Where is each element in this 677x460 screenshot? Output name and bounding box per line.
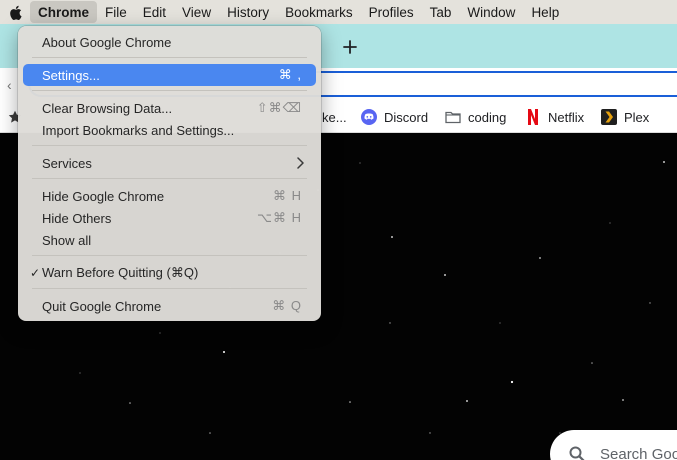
menu-separator — [32, 90, 307, 91]
menu-item-shortcut: ⌘ Q — [272, 298, 302, 313]
menu-item-label: Hide Others — [42, 210, 112, 226]
menu-chrome[interactable]: Chrome — [30, 1, 98, 23]
macos-menu-bar: Chrome File Edit View History Bookmarks … — [0, 0, 677, 24]
discord-icon — [361, 109, 377, 125]
bookmark-label: ke... — [322, 109, 347, 125]
menu-item-about-google-chrome[interactable]: About Google Chrome — [23, 31, 316, 53]
google-search-box[interactable]: Search Goo — [550, 430, 677, 460]
bookmark-item[interactable]: ke... — [322, 108, 347, 126]
menu-separator — [32, 145, 307, 146]
menu-item-services[interactable]: Services — [23, 152, 316, 174]
menu-item-hide-others[interactable]: Hide Others ⌥⌘ H — [23, 207, 316, 229]
menu-item-settings[interactable]: Settings... ⌘ , — [23, 64, 316, 86]
menu-profiles[interactable]: Profiles — [361, 1, 422, 23]
menu-item-import-bookmarks[interactable]: Import Bookmarks and Settings... — [23, 119, 316, 141]
plus-icon — [343, 40, 357, 54]
menu-item-warn-before-quitting[interactable]: ✓ Warn Before Quitting (⌘Q) — [23, 262, 316, 284]
menu-help[interactable]: Help — [523, 1, 567, 23]
menu-item-show-all[interactable]: Show all — [23, 229, 316, 251]
apple-logo-icon[interactable] — [0, 0, 30, 24]
menu-item-label: Clear Browsing Data... — [42, 100, 173, 116]
checkmark-icon: ✓ — [30, 266, 41, 280]
menu-item-label: Quit Google Chrome — [42, 298, 162, 314]
menu-separator — [32, 178, 307, 179]
folder-icon — [445, 109, 461, 125]
bookmark-coding-folder[interactable]: coding — [445, 108, 506, 126]
menu-item-clear-browsing-data[interactable]: Clear Browsing Data... ⇧⌘⌫ — [23, 97, 316, 119]
plex-icon — [601, 109, 617, 125]
chevron-right-icon — [297, 157, 304, 172]
menu-view[interactable]: View — [174, 1, 219, 23]
menu-item-label: Warn Before Quitting (⌘Q) — [42, 265, 199, 280]
bookmark-label: Discord — [384, 109, 429, 125]
menu-file[interactable]: File — [97, 1, 135, 23]
search-placeholder: Search Goo — [600, 445, 677, 460]
menu-separator — [32, 255, 307, 256]
bookmark-label: Plex — [624, 109, 650, 125]
menu-item-label: Services — [42, 155, 92, 171]
search-icon — [569, 446, 585, 460]
menu-history[interactable]: History — [219, 1, 277, 23]
menu-separator — [32, 57, 307, 58]
menu-item-shortcut: ⌘ , — [278, 67, 302, 82]
menu-tab[interactable]: Tab — [422, 1, 460, 23]
menu-item-label: About Google Chrome — [42, 34, 172, 50]
menu-item-shortcut: ⌥⌘ H — [257, 210, 302, 225]
menu-item-label: Settings... — [42, 67, 100, 83]
menu-window[interactable]: Window — [459, 1, 523, 23]
menu-item-shortcut: ⇧⌘⌫ — [256, 100, 302, 115]
back-arrow-icon[interactable]: ‹ — [7, 77, 12, 93]
menu-item-label: Show all — [42, 232, 92, 248]
new-tab-button[interactable] — [340, 37, 360, 57]
bookmark-plex[interactable]: Plex — [601, 108, 649, 126]
menu-item-quit-google-chrome[interactable]: Quit Google Chrome ⌘ Q — [23, 295, 316, 317]
bookmark-label: Netflix — [548, 109, 585, 125]
bookmark-netflix[interactable]: Netflix — [525, 108, 584, 126]
menu-separator — [32, 288, 307, 289]
menu-bookmarks[interactable]: Bookmarks — [277, 1, 361, 23]
menu-item-label: Hide Google Chrome — [42, 188, 165, 204]
menu-item-shortcut: ⌘ H — [273, 188, 302, 203]
menu-edit[interactable]: Edit — [135, 1, 174, 23]
menu-item-hide-google-chrome[interactable]: Hide Google Chrome ⌘ H — [23, 185, 316, 207]
menu-item-label: Import Bookmarks and Settings... — [42, 122, 235, 138]
netflix-icon — [525, 109, 541, 125]
bookmark-discord[interactable]: Discord — [361, 108, 428, 126]
bookmark-label: coding — [468, 109, 507, 125]
chrome-app-menu: About Google Chrome Settings... ⌘ , Clea… — [18, 26, 321, 321]
